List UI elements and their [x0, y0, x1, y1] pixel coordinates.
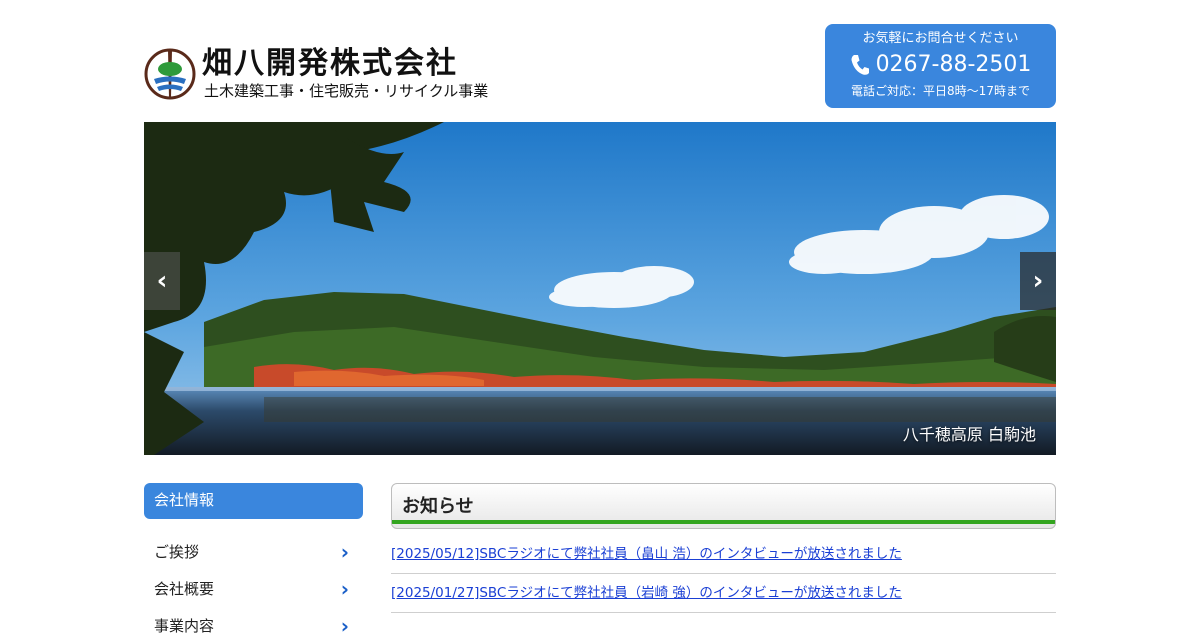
contact-box[interactable]: お気軽にお問合せください 0267-88-2501 電話ご対応：平日8時〜17時… [825, 24, 1056, 108]
company-name: 畑八開発株式会社 [202, 46, 458, 81]
contact-lead: お気軽にお問合せください [862, 31, 1019, 46]
sidebar-heading: 会社情報 [144, 483, 363, 519]
news-link[interactable]: [2025/05/12]SBCラジオにて弊社社員（畠山 浩）のインタビューが放送… [391, 546, 902, 562]
sidebar-item-label: 会社概要 [154, 580, 215, 598]
sidebar-item-label: ご挨拶 [154, 543, 200, 561]
hero-image [144, 122, 1056, 455]
chevron-right-icon: › [340, 577, 349, 601]
contact-phone[interactable]: 0267-88-2501 [825, 51, 1056, 79]
chevron-right-icon: › [340, 614, 349, 638]
news-heading-rule [392, 520, 1055, 524]
contact-hours: 電話ご対応：平日8時〜17時まで [851, 84, 1030, 98]
slider-next-button[interactable]: › [1020, 252, 1056, 310]
phone-number: 0267-88-2501 [875, 52, 1032, 77]
hero-slider: ‹ › 八千穂高原 白駒池 [144, 122, 1056, 455]
company-tagline: 土木建築工事・住宅販売・リサイクル事業 [204, 82, 489, 100]
news-heading: お知らせ [402, 496, 474, 517]
sidebar-item-greeting[interactable]: ご挨拶 › [144, 534, 363, 570]
news-item: [2025/01/27]SBCラジオにて弊社社員（岩崎 強）のインタビューが放送… [391, 574, 1056, 613]
company-logo[interactable]: 畑八開発株式会社 土木建築工事・住宅販売・リサイクル事業 [144, 46, 494, 102]
slider-prev-button[interactable]: ‹ [144, 252, 180, 310]
news-item: [2025/05/12]SBCラジオにて弊社社員（畠山 浩）のインタビューが放送… [391, 535, 1056, 574]
hero-caption: 八千穂高原 白駒池 [902, 425, 1036, 444]
news-link[interactable]: [2025/01/27]SBCラジオにて弊社社員（岩崎 強）のインタビューが放送… [391, 585, 902, 601]
news-heading-box: お知らせ [391, 483, 1056, 529]
logo-mark-icon [144, 48, 196, 100]
sidebar-item-company-overview[interactable]: 会社概要 › [144, 571, 363, 607]
sidebar-item-business[interactable]: 事業内容 › [144, 608, 363, 644]
phone-icon [851, 55, 869, 75]
chevron-left-icon: ‹ [156, 266, 168, 296]
chevron-right-icon: › [1032, 266, 1044, 296]
chevron-right-icon: › [340, 540, 349, 564]
